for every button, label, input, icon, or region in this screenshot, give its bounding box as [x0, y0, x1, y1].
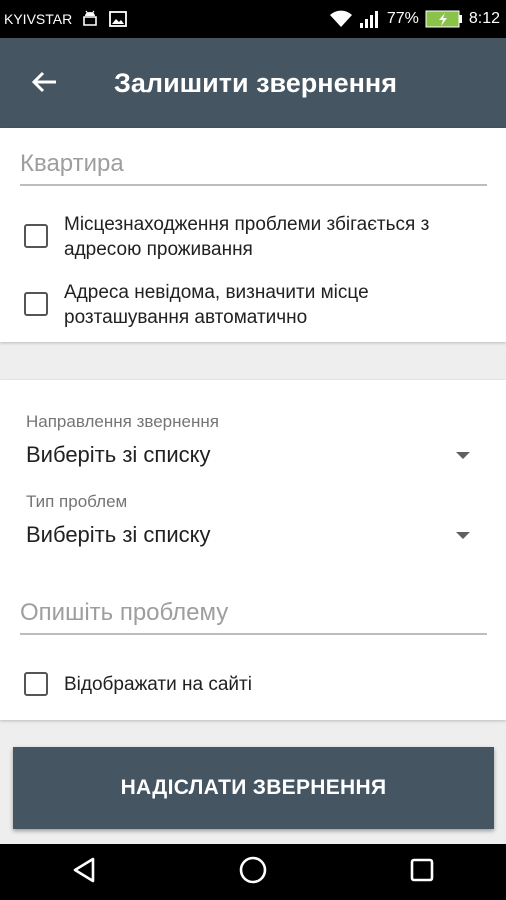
address-card: Місцезнаходження проблеми збігається з а… [0, 128, 506, 342]
nav-home-button[interactable] [223, 847, 283, 897]
submit-request-button[interactable]: НАДІСЛАТИ ЗВЕРНЕННЯ [13, 747, 494, 829]
direction-select[interactable]: Виберіть зі списку [26, 438, 476, 472]
app-toolbar: Залишити звернення [0, 38, 506, 128]
same-address-checkbox[interactable] [24, 224, 48, 248]
battery-charging-icon [425, 9, 463, 29]
problem-type-select[interactable]: Виберіть зі списку [26, 518, 476, 552]
apartment-input[interactable] [20, 150, 487, 178]
description-input[interactable] [20, 599, 487, 627]
recents-square-icon [408, 856, 436, 889]
system-nav-bar [0, 844, 506, 900]
direction-select-value: Виберіть зі списку [26, 442, 211, 467]
description-field-wrapper [20, 583, 487, 635]
problem-type-label: Тип проблем [26, 492, 128, 511]
page-title: Залишити звернення [114, 68, 397, 98]
apartment-field-wrapper [20, 134, 487, 186]
arrow-left-icon [30, 68, 58, 101]
show-on-site-checkbox[interactable] [24, 672, 48, 696]
unknown-address-label: Адреса невідома, визначити місце розташу… [64, 282, 369, 328]
nav-recents-button[interactable] [392, 847, 452, 897]
nav-back-button[interactable] [54, 847, 114, 897]
wifi-icon [329, 9, 353, 29]
unknown-address-checkbox[interactable] [24, 292, 48, 316]
clock: 8:12 [468, 10, 500, 27]
same-address-checkbox-row[interactable]: Місцезнаходження проблеми збігається з а… [24, 212, 484, 262]
same-address-label: Місцезнаходження проблеми збігається з а… [64, 214, 430, 260]
dropdown-arrow-icon [456, 452, 470, 459]
direction-label: Направлення звернення [26, 412, 219, 431]
dropdown-arrow-icon [456, 532, 470, 539]
carrier-name: KYIVSTAR [4, 11, 73, 27]
show-on-site-checkbox-row[interactable]: Відображати на сайті [24, 670, 484, 697]
details-card: Направлення звернення Виберіть зі списку… [0, 380, 506, 720]
android-icon [80, 9, 100, 29]
problem-type-select-value: Виберіть зі списку [26, 522, 211, 547]
show-on-site-label: Відображати на сайті [64, 674, 252, 695]
back-triangle-icon [71, 856, 97, 889]
status-bar: KYIVSTAR 77% 8:12 [0, 0, 506, 38]
image-icon [108, 9, 128, 29]
home-circle-icon [238, 855, 268, 890]
back-button[interactable] [22, 62, 66, 106]
signal-icon [359, 9, 381, 29]
unknown-address-checkbox-row[interactable]: Адреса невідома, визначити місце розташу… [24, 280, 484, 330]
battery-percent: 77% [386, 10, 419, 27]
